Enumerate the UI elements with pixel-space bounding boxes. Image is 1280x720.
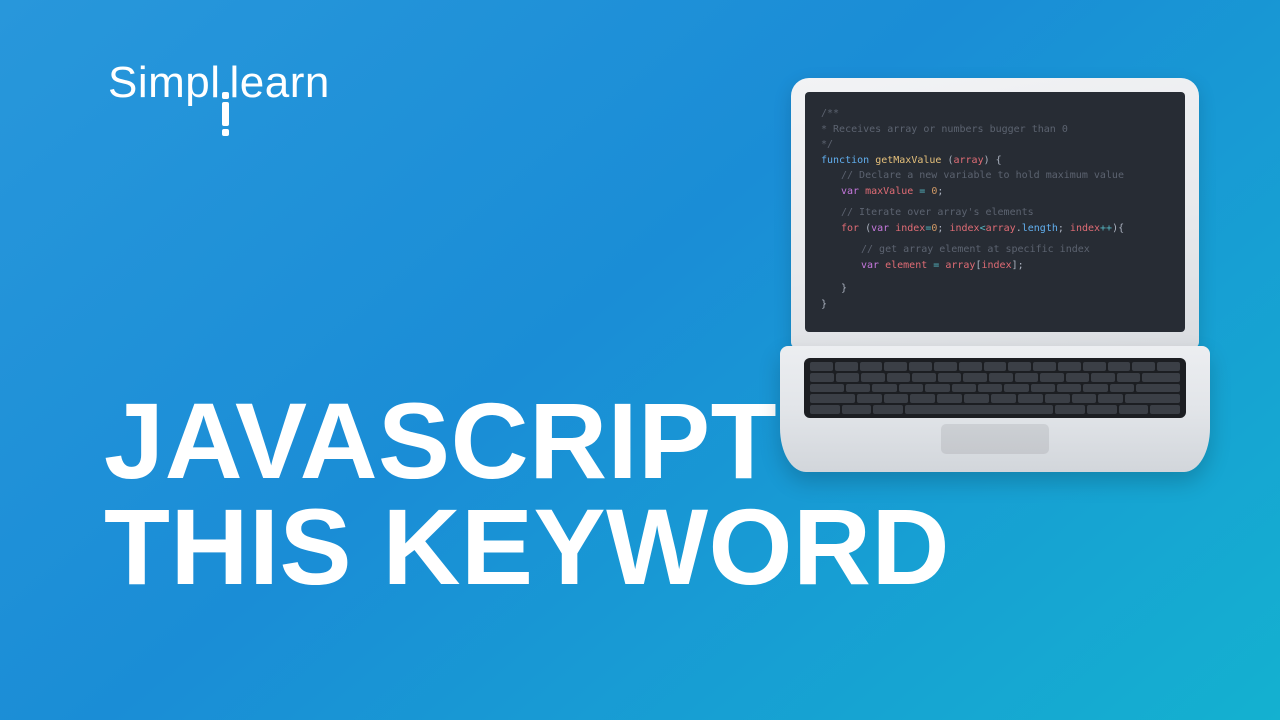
code-comment: // get array element at specific index: [821, 242, 1169, 258]
brand-text-simpl: Simpl: [108, 58, 221, 108]
code-line: var element = array[index];: [821, 258, 1169, 274]
title-line-2: THIS KEYWORD: [104, 494, 950, 600]
code-comment: /**: [821, 106, 1169, 122]
code-line: }: [821, 281, 1169, 297]
code-line: }: [821, 297, 1169, 313]
code-line: var maxValue = 0;: [821, 184, 1169, 200]
laptop-base: [780, 346, 1210, 472]
code-line: for (var index=0; index<array.length; in…: [821, 221, 1169, 237]
brand-i-glyph: [222, 92, 229, 136]
trackpad: [941, 424, 1049, 454]
code-comment: */: [821, 137, 1169, 153]
code-comment: * Receives array or numbers bugger than …: [821, 122, 1169, 138]
code-editor-screen: /** * Receives array or numbers bugger t…: [805, 92, 1185, 332]
code-line: function getMaxValue (array) {: [821, 153, 1169, 169]
code-comment: // Declare a new variable to hold maximu…: [821, 168, 1169, 184]
laptop-lid: /** * Receives array or numbers bugger t…: [791, 78, 1199, 348]
laptop-illustration: /** * Receives array or numbers bugger t…: [780, 78, 1210, 472]
brand-text-learn: learn: [230, 58, 330, 108]
keyboard: [804, 358, 1186, 418]
code-comment: // Iterate over array's elements: [821, 205, 1169, 221]
brand-logo: Simpl learn: [108, 58, 330, 134]
